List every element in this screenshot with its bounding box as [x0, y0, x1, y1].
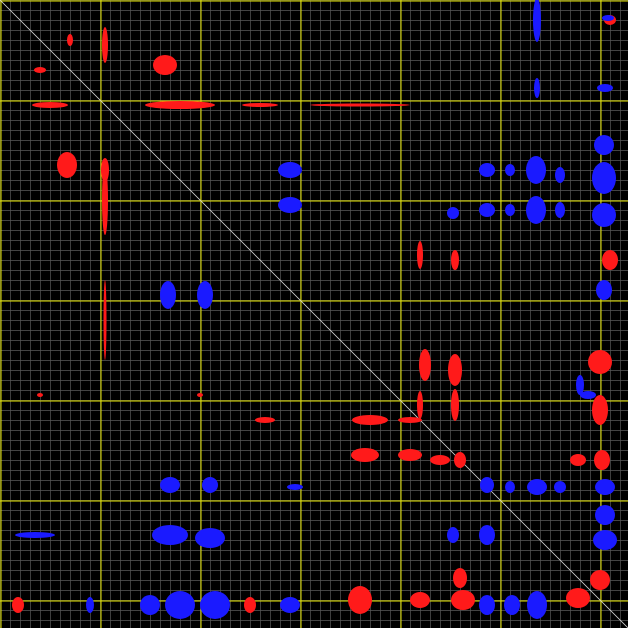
- positive-peak: [451, 389, 459, 421]
- negative-peak: [596, 280, 612, 300]
- positive-peak: [12, 597, 24, 613]
- negative-peak: [595, 505, 615, 525]
- negative-peak: [505, 164, 515, 176]
- positive-peak: [417, 241, 423, 269]
- positive-peak: [103, 280, 107, 360]
- positive-peak: [454, 452, 466, 468]
- positive-peak: [430, 455, 450, 465]
- negative-peak: [200, 591, 230, 619]
- positive-peak: [153, 55, 177, 75]
- positive-peak: [37, 393, 43, 397]
- positive-peak: [451, 590, 475, 610]
- negative-peak: [480, 477, 494, 493]
- correlation-spectrum-plot[interactable]: [0, 0, 628, 628]
- negative-peak: [593, 530, 617, 550]
- positive-peak: [410, 592, 430, 608]
- positive-peak: [566, 588, 590, 608]
- positive-peak: [101, 158, 109, 182]
- negative-peak: [526, 156, 546, 184]
- negative-peak: [555, 167, 565, 183]
- negative-peak: [526, 196, 546, 224]
- positive-peak: [348, 586, 372, 614]
- negative-peak: [592, 203, 616, 227]
- negative-peak: [534, 78, 540, 98]
- positive-peak: [32, 102, 68, 108]
- positive-peak: [67, 34, 73, 46]
- negative-peak: [197, 281, 213, 309]
- positive-peak: [57, 152, 77, 178]
- positive-peak: [34, 67, 46, 73]
- negative-peak: [202, 477, 218, 493]
- negative-peak: [504, 595, 520, 615]
- positive-peak: [242, 103, 278, 107]
- negative-peak: [280, 597, 300, 613]
- negative-peak: [140, 595, 160, 615]
- positive-peak: [244, 597, 256, 613]
- negative-peak: [447, 207, 459, 219]
- negative-peak: [594, 135, 614, 155]
- negative-peak: [165, 591, 195, 619]
- negative-peak: [278, 162, 302, 178]
- positive-peak: [588, 350, 612, 374]
- negative-peak: [447, 527, 459, 543]
- negative-peak: [479, 163, 495, 177]
- negative-peak: [527, 591, 547, 619]
- negative-peak: [160, 477, 180, 493]
- negative-peak: [505, 204, 515, 216]
- positive-peak: [592, 395, 608, 425]
- negative-peak: [86, 597, 94, 613]
- negative-peak: [479, 525, 495, 545]
- positive-peak: [145, 101, 215, 109]
- negative-peak: [597, 84, 613, 92]
- positive-peak: [602, 250, 618, 270]
- negative-peak: [505, 481, 515, 493]
- positive-peak: [197, 393, 203, 397]
- negative-peak: [595, 479, 615, 495]
- negative-peak: [580, 391, 596, 399]
- positive-peak: [419, 349, 431, 381]
- positive-peak: [351, 448, 379, 462]
- positive-peak: [448, 354, 462, 386]
- positive-peak: [398, 449, 422, 461]
- positive-peak: [255, 417, 275, 423]
- positive-peak: [594, 450, 610, 470]
- negative-peak: [152, 525, 188, 545]
- negative-peak: [479, 595, 495, 615]
- negative-peak: [278, 197, 302, 213]
- negative-peak: [592, 162, 616, 194]
- positive-peak: [310, 103, 410, 107]
- negative-peak: [602, 15, 614, 21]
- positive-peak: [102, 27, 108, 63]
- positive-peak: [398, 417, 422, 423]
- positive-peak: [590, 570, 610, 590]
- positive-peak: [453, 568, 467, 588]
- negative-peak: [554, 481, 566, 493]
- positive-peak: [417, 391, 423, 419]
- positive-peak: [570, 454, 586, 466]
- negative-peak: [479, 203, 495, 217]
- positive-peak: [451, 250, 459, 270]
- negative-peak: [195, 528, 225, 548]
- negative-peak: [287, 484, 303, 490]
- negative-peak: [15, 532, 55, 538]
- negative-peak: [533, 0, 541, 42]
- negative-peak: [527, 479, 547, 495]
- negative-peak: [160, 281, 176, 309]
- positive-peak: [352, 415, 388, 425]
- negative-peak: [555, 202, 565, 218]
